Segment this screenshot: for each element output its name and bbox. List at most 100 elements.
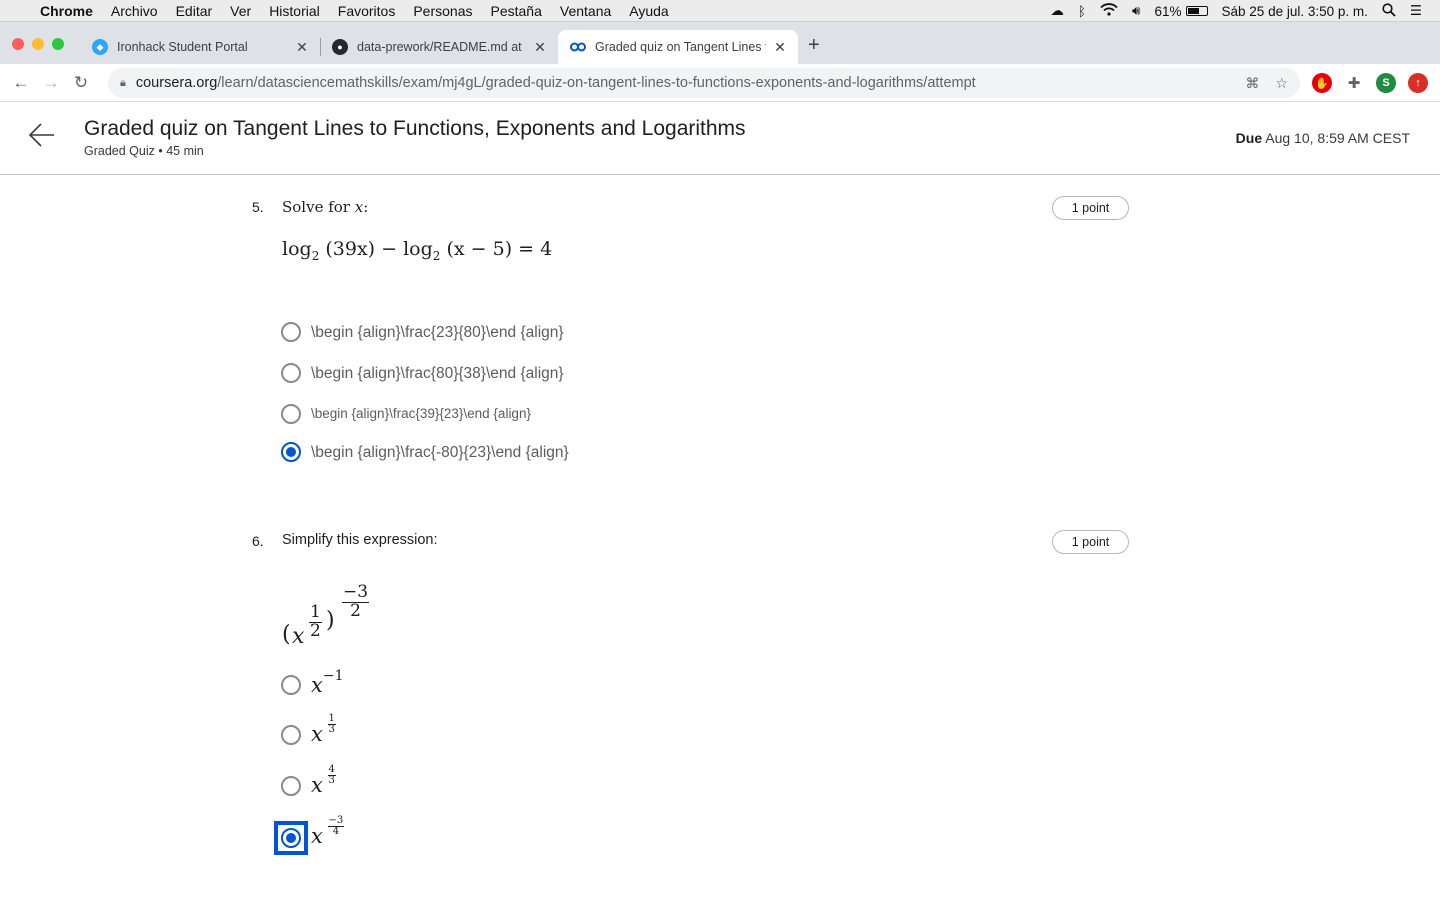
minus-sign: − <box>381 238 398 260</box>
log-base: 2 <box>432 248 441 263</box>
quiz-header: Graded quiz on Tangent Lines to Function… <box>0 103 1440 175</box>
minimize-window-button[interactable] <box>32 38 44 50</box>
update-arrow-icon[interactable]: ↑ <box>1408 73 1428 93</box>
wifi-icon[interactable] <box>1100 3 1118 19</box>
option-label[interactable]: \begin {align}\frac{23}{80}\end {align} <box>311 324 564 342</box>
tab-title: data-prework/README.md at m <box>357 40 526 54</box>
fraction-denominator: 2 <box>350 600 361 621</box>
radio-option-3[interactable] <box>281 404 301 424</box>
option-base: x <box>311 773 323 797</box>
close-window-button[interactable] <box>12 38 24 50</box>
option-exponent: 43 <box>327 764 336 787</box>
question-number: 6. <box>252 533 264 549</box>
forward-arrow-icon[interactable]: → <box>36 73 66 93</box>
battery-icon <box>1185 6 1208 16</box>
due-value: Aug 10, 8:59 AM CEST <box>1265 130 1410 146</box>
browser-tabstrip: ◆ Ironhack Student Portal ✕ ● data-prewo… <box>0 22 1440 64</box>
radio-option-2[interactable] <box>281 363 301 383</box>
option-label[interactable]: \begin {align}\frac{39}{23}\end {align} <box>311 406 531 421</box>
option-math-label[interactable]: x 43 <box>311 764 336 798</box>
radio-option-4-selected[interactable] <box>281 828 301 848</box>
zoom-window-button[interactable] <box>52 38 64 50</box>
radio-option-4-selected[interactable] <box>281 442 301 462</box>
url-host: coursera.org <box>135 75 218 91</box>
right-paren: ) <box>326 608 335 633</box>
github-icon: ● <box>332 39 348 55</box>
back-arrow-icon[interactable]: ← <box>6 73 36 93</box>
due-date: Due Aug 10, 8:59 AM CEST <box>1236 130 1410 146</box>
notification-center-icon[interactable]: ☰ <box>1410 3 1422 19</box>
lock-icon[interactable]: 🔒︎ <box>120 77 126 90</box>
log-function: log <box>403 238 433 260</box>
menu-ayuda[interactable]: Ayuda <box>629 3 668 19</box>
radio-option-2[interactable] <box>281 725 301 745</box>
spotlight-search-icon[interactable] <box>1382 2 1396 20</box>
url-path: /learn/datasciencemathskills/exam/mj4gL/… <box>217 75 976 91</box>
fraction-denominator: 3 <box>328 775 335 786</box>
menu-pestana[interactable]: Pestaña <box>491 3 542 19</box>
volume-icon[interactable]: 🔊︎ <box>1132 3 1141 19</box>
battery-percent: 61% <box>1154 3 1182 19</box>
tab-title: Graded quiz on Tangent Lines t <box>595 40 766 54</box>
radio-option-3[interactable] <box>281 776 301 796</box>
fraction-denominator: 2 <box>310 620 321 641</box>
browser-toolbar: ← → ↻ 🔒︎ coursera.org/learn/datasciencem… <box>0 64 1440 102</box>
menu-archivo[interactable]: Archivo <box>111 3 158 19</box>
close-tab-icon[interactable]: ✕ <box>772 39 788 56</box>
menubar-clock[interactable]: Sáb 25 de jul. 3:50 p. m. <box>1222 4 1368 19</box>
option-exponent: −3 4 <box>327 815 345 838</box>
bluetooth-icon[interactable]: ᛒ <box>1078 4 1086 19</box>
quiz-subtitle: Graded Quiz • 45 min <box>84 144 204 158</box>
option-math-label[interactable]: x 13 <box>311 713 336 747</box>
tab-coursera-quiz[interactable]: Graded quiz on Tangent Lines t ✕ <box>558 30 798 64</box>
menu-historial[interactable]: Historial <box>269 3 320 19</box>
points-badge: 1 point <box>1052 530 1129 554</box>
tab-title: Ironhack Student Portal <box>117 40 248 54</box>
bookmark-star-icon[interactable]: ☆ <box>1275 75 1288 92</box>
back-arrow-icon[interactable] <box>28 121 56 157</box>
profile-avatar[interactable]: S <box>1376 73 1396 93</box>
close-tab-icon[interactable]: ✕ <box>532 39 548 56</box>
menubar-status-area: ☁ ᛒ 🔊︎ 61% Sáb 25 de jul. 3:50 p. m. ☰ <box>1050 0 1422 22</box>
option-label[interactable]: \begin {align}\frac{80}{38}\end {align} <box>311 365 564 383</box>
option-label[interactable]: \begin {align}\frac{-80}{23}\end {align} <box>311 444 569 462</box>
option-math-label[interactable]: x−1 <box>311 668 343 697</box>
extensions-puzzle-icon[interactable]: ✚ <box>1344 73 1364 93</box>
question-expression: ( x 12 ) −3 2 <box>282 583 402 654</box>
adblock-extension-icon[interactable]: ✋ <box>1312 73 1332 93</box>
menu-ventana[interactable]: Ventana <box>560 3 611 19</box>
question-prompt: Simplify this expression: <box>282 532 438 548</box>
log-function: log <box>282 238 312 260</box>
menu-personas[interactable]: Personas <box>413 3 472 19</box>
translate-icon[interactable]: ⌘ <box>1245 75 1259 92</box>
tab-github[interactable]: ● data-prework/README.md at m ✕ <box>320 30 558 64</box>
tab-ironhack[interactable]: ◆ Ironhack Student Portal ✕ <box>80 30 320 64</box>
battery-indicator[interactable]: 61% <box>1155 4 1208 19</box>
question-prompt: Solve for x: <box>282 198 368 216</box>
page-title: Graded quiz on Tangent Lines to Function… <box>84 117 746 140</box>
coursera-icon <box>570 39 586 55</box>
question-formula: log2 (39x) − log2 (x − 5) = 4 <box>282 238 552 263</box>
menu-favoritos[interactable]: Favoritos <box>338 3 396 19</box>
radio-option-1[interactable] <box>281 322 301 342</box>
option-exponent: −1 <box>322 668 344 684</box>
log-argument: (39x) <box>325 238 376 260</box>
menu-app-name[interactable]: Chrome <box>40 3 93 19</box>
prompt-text: Solve for <box>282 198 355 216</box>
menu-editar[interactable]: Editar <box>176 3 213 19</box>
option-exponent: 13 <box>327 713 336 736</box>
option-math-label[interactable]: x −3 4 <box>311 815 345 849</box>
close-tab-icon[interactable]: ✕ <box>294 39 310 56</box>
window-controls <box>12 38 64 50</box>
menu-ver[interactable]: Ver <box>230 3 251 19</box>
left-paren: ( <box>282 622 291 647</box>
fraction-denominator: 4 <box>332 826 340 837</box>
expression-base: x <box>292 624 305 649</box>
reload-icon[interactable]: ↻ <box>66 73 96 93</box>
address-bar[interactable]: 🔒︎ coursera.org/learn/datasciencemathski… <box>108 68 1300 98</box>
points-badge: 1 point <box>1052 196 1129 220</box>
new-tab-plus-icon[interactable]: + <box>808 34 820 57</box>
radio-option-1[interactable] <box>281 675 301 695</box>
inner-exponent: 12 <box>309 603 322 641</box>
cloud-upload-icon[interactable]: ☁ <box>1050 3 1064 19</box>
